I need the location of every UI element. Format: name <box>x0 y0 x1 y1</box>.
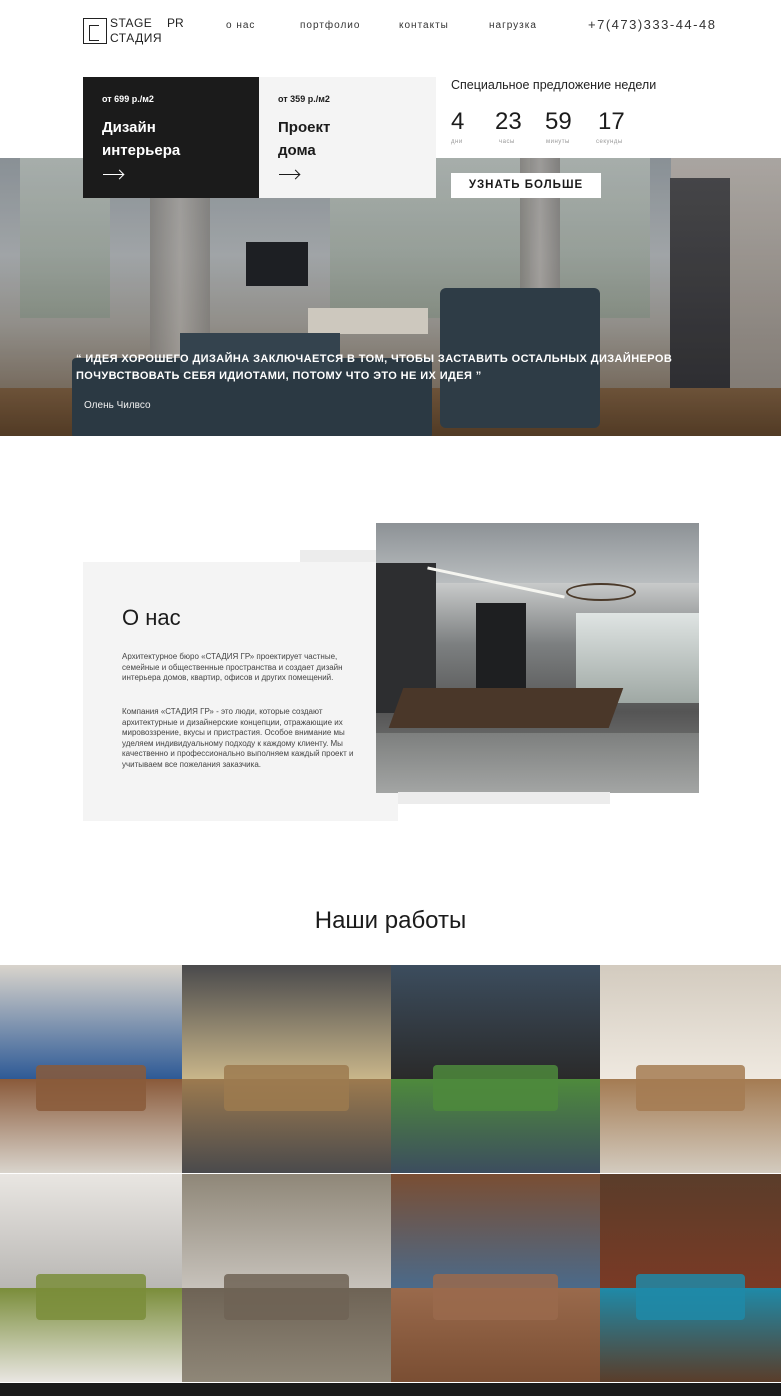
offer-price: от 699 р./м2 <box>102 94 154 104</box>
footer-bar <box>0 1383 781 1396</box>
logo-text-top: STAGE <box>110 16 153 30</box>
hero-quote: “ ИДЕЯ ХОРОШЕГО ДИЗАЙНА ЗАКЛЮЧАЕТСЯ В ТО… <box>76 353 673 382</box>
offer-title: Дизайн интерьера <box>102 119 181 159</box>
work-kitchen-dining[interactable] <box>182 965 391 1173</box>
site-header: STAGE СТАДИЯ PR о нас портфолио контакты… <box>0 0 781 62</box>
works-title: Наши работы <box>314 907 467 934</box>
work-classic-living[interactable] <box>0 965 182 1173</box>
countdown-unit: дни <box>451 139 463 145</box>
countdown-seconds: 17 <box>598 108 625 135</box>
about-title: О нас <box>122 605 181 630</box>
nav-link-about[interactable]: о нас <box>226 20 255 31</box>
work-dining-room[interactable] <box>600 965 781 1173</box>
countdown-unit: минуты <box>546 139 570 145</box>
countdown-days: 4 <box>451 108 465 135</box>
offer-price: от 359 р./м2 <box>278 94 330 104</box>
work-lounge-rings[interactable] <box>182 1174 391 1382</box>
about-paragraph: Архитектурное бюро «СТАДИЯ ГР» проектиру… <box>122 652 343 682</box>
arrow-right-icon[interactable] <box>103 174 123 175</box>
logo[interactable]: STAGE СТАДИЯ PR <box>83 16 184 46</box>
work-green-chairs[interactable] <box>0 1174 182 1382</box>
logo-text-suffix: PR <box>167 16 184 30</box>
phone-link[interactable]: +7(473)333-44-48 <box>588 17 716 32</box>
about-card <box>83 562 398 821</box>
logo-mark-icon <box>83 18 107 44</box>
countdown-unit: часы <box>499 139 515 145</box>
about-accent-strip <box>300 550 380 562</box>
special-offer-label: Специальное предложение недели <box>451 78 657 92</box>
offer-card-interior[interactable]: от 699 р./м2 Дизайн интерьера <box>83 77 259 198</box>
arrow-right-icon[interactable] <box>279 174 299 175</box>
about-accent-strip <box>398 792 610 804</box>
learn-more-button[interactable]: УЗНАТЬ БОЛЬШЕ <box>451 173 601 198</box>
nav-link-extra[interactable]: нагрузка <box>489 20 537 31</box>
about-paragraph: Компания «СТАДИЯ ГР» - это люди, которые… <box>122 707 354 769</box>
nav-link-contacts[interactable]: контакты <box>399 20 449 31</box>
work-blue-lounge[interactable] <box>600 1174 781 1382</box>
work-brick-arch[interactable] <box>391 1174 600 1382</box>
about-image <box>376 523 699 793</box>
nav-link-portfolio[interactable]: портфолио <box>300 20 360 31</box>
countdown-unit: секунды <box>596 139 623 145</box>
offer-title: Проект дома <box>278 119 331 159</box>
hero-overlay <box>0 158 781 436</box>
countdown-hours: 23 <box>495 108 522 135</box>
works-grid <box>0 965 781 1383</box>
hero-quote-author: Олень Чилвсо <box>84 400 151 411</box>
offer-card-house[interactable]: от 359 р./м2 Проект дома <box>259 77 436 198</box>
work-house-exterior[interactable] <box>391 965 600 1173</box>
logo-text-bottom: СТАДИЯ <box>110 31 163 45</box>
countdown-minutes: 59 <box>545 108 572 135</box>
hero-image <box>0 158 781 436</box>
